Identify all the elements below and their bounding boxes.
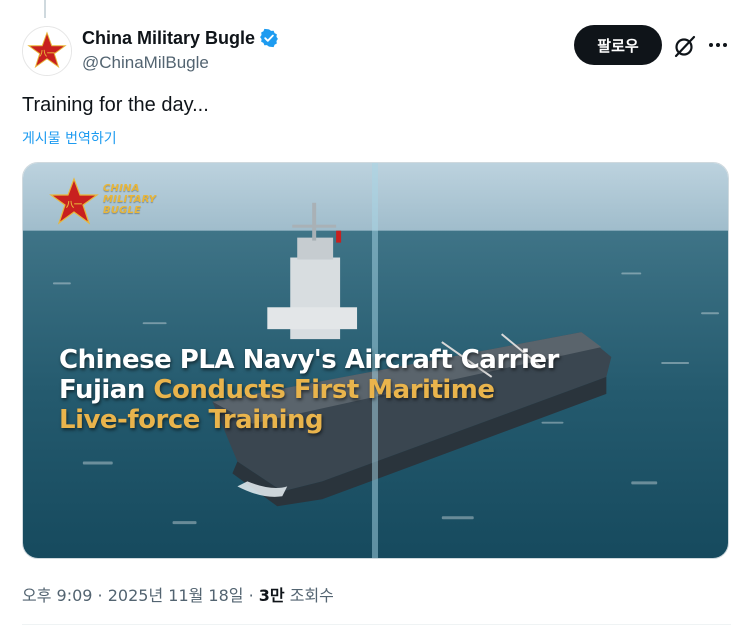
- more-dot-icon: [709, 43, 713, 47]
- avatar[interactable]: 八一: [22, 26, 72, 76]
- grok-icon: [674, 35, 696, 58]
- more-options-button[interactable]: [706, 33, 730, 57]
- headline-gold-line: Live-force Training: [59, 405, 324, 435]
- headline-gold-line: Conducts First Maritime: [153, 375, 495, 405]
- headline-white-word: Fujian: [59, 375, 154, 405]
- views-label: 조회수: [284, 586, 334, 605]
- divider: [22, 624, 731, 625]
- meta-separator: ·: [92, 586, 108, 605]
- display-name[interactable]: China Military Bugle: [82, 28, 255, 49]
- post-date[interactable]: 2025년 11월 18일: [108, 586, 244, 605]
- logo-line: CHINA: [103, 183, 140, 194]
- grok-button[interactable]: [672, 33, 698, 59]
- meta-separator: ·: [243, 586, 259, 605]
- svg-text:八一: 八一: [65, 200, 82, 209]
- verified-badge-icon[interactable]: [259, 28, 279, 48]
- headline-white-line: Chinese PLA Navy's Aircraft Carrier: [59, 345, 559, 375]
- follow-button[interactable]: 팔로우: [574, 25, 662, 65]
- svg-text:八一: 八一: [38, 49, 55, 58]
- user-handle[interactable]: @ChinaMilBugle: [82, 53, 279, 73]
- thread-connector-line: [44, 0, 46, 18]
- logo-line: BUGLE: [103, 205, 142, 216]
- more-dot-icon: [716, 43, 720, 47]
- media-headline: Chinese PLA Navy's Aircraft Carrier Fuji…: [59, 345, 559, 435]
- red-star-logo-icon: 八一: [23, 27, 71, 75]
- channel-logo-text: CHINA MILITARY BUGLE: [103, 183, 156, 216]
- tweet-media-image[interactable]: 八一 CHINA MILITARY BUGLE Chinese PLA Navy…: [22, 162, 729, 559]
- more-dot-icon: [723, 43, 727, 47]
- tweet-metadata: 오후 9:09 · 2025년 11월 18일 · 3만 조회수: [22, 582, 334, 606]
- tweet-text: Training for the day...: [22, 94, 209, 116]
- views-count[interactable]: 3만: [259, 586, 285, 605]
- translate-post-link[interactable]: 게시물 번역하기: [22, 128, 117, 148]
- post-time[interactable]: 오후 9:09: [22, 586, 92, 605]
- logo-line: MILITARY: [103, 194, 157, 205]
- channel-logo-star-icon: 八一: [49, 177, 99, 225]
- author-block: China Military Bugle @ChinaMilBugle: [82, 26, 279, 73]
